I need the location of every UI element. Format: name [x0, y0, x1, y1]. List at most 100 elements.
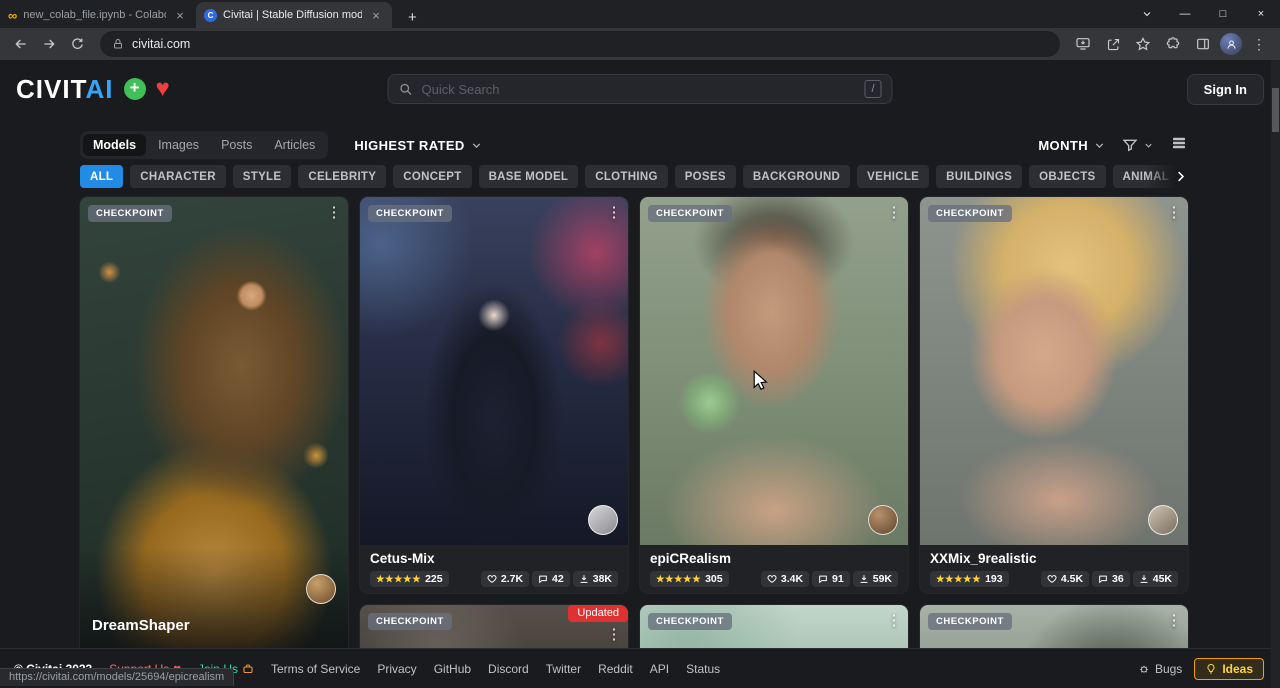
creator-avatar[interactable] — [306, 574, 336, 604]
card-stats: ★★★★★305 3.4K 91 59K — [650, 571, 898, 587]
chip-character[interactable]: CHARACTER — [130, 165, 226, 188]
minimize-button[interactable]: — — [1166, 0, 1204, 28]
chip-clothing[interactable]: CLOTHING — [585, 165, 667, 188]
heart-icon — [1047, 574, 1057, 584]
share-icon[interactable] — [1100, 31, 1126, 57]
sign-in-button[interactable]: Sign In — [1187, 74, 1264, 105]
tab-models[interactable]: Models — [83, 134, 146, 156]
tab-close-icon[interactable]: × — [368, 8, 384, 23]
tab-articles[interactable]: Articles — [264, 134, 325, 156]
chip-background[interactable]: BACKGROUND — [743, 165, 850, 188]
url-text: civitai.com — [132, 37, 190, 51]
civitai-favicon-icon: C — [204, 9, 217, 22]
card-menu-icon[interactable]: ⋮ — [602, 201, 626, 225]
footer-link-twitter[interactable]: Twitter — [546, 662, 581, 676]
likes-count: 3.4K — [781, 573, 803, 585]
model-card-cetus-mix[interactable]: CHECKPOINT ⋮ Cetus-Mix ★★★★★225 2.7K 42 … — [360, 197, 628, 593]
likes-pill: 2.7K — [481, 571, 529, 587]
forward-button[interactable] — [36, 31, 62, 57]
profile-avatar[interactable] — [1220, 33, 1242, 55]
card-menu-icon[interactable]: ⋮ — [882, 609, 906, 633]
footer-link-terms[interactable]: Terms of Service — [271, 662, 360, 676]
bugs-button[interactable]: Bugs — [1138, 662, 1182, 676]
create-plus-icon[interactable]: + — [124, 78, 146, 100]
chip-base-model[interactable]: BASE MODEL — [479, 165, 579, 188]
model-card-dreamshaper[interactable]: CHECKPOINT ⋮ DreamShaper — [80, 197, 348, 667]
layout-toggle-icon[interactable] — [1170, 134, 1188, 157]
model-type-badge: CHECKPOINT — [88, 205, 172, 222]
model-type-badge: CHECKPOINT — [648, 205, 732, 222]
chip-concept[interactable]: CONCEPT — [393, 165, 471, 188]
footer-link-privacy[interactable]: Privacy — [377, 662, 416, 676]
card-menu-icon[interactable]: ⋮ — [882, 201, 906, 225]
maximize-button[interactable]: □ — [1204, 0, 1242, 28]
footer-link-github[interactable]: GitHub — [434, 662, 471, 676]
card-menu-icon[interactable]: ⋮ — [1162, 201, 1186, 225]
tab-close-icon[interactable]: × — [172, 8, 188, 23]
model-type-badge: CHECKPOINT — [368, 613, 452, 630]
back-button[interactable] — [8, 31, 34, 57]
model-name: epiCRealism — [650, 551, 898, 566]
browser-toolbar: civitai.com ⋮ — [0, 28, 1280, 60]
likes-pill: 3.4K — [761, 571, 809, 587]
chips-scroll-right[interactable] — [1146, 165, 1188, 188]
search-input[interactable] — [422, 82, 857, 97]
close-window-button[interactable]: × — [1242, 0, 1280, 28]
scrollbar-thumb[interactable] — [1272, 88, 1279, 132]
footer-link-api[interactable]: API — [650, 662, 669, 676]
support-heart-icon[interactable]: ♥ — [156, 77, 170, 101]
chip-celebrity[interactable]: CELEBRITY — [298, 165, 386, 188]
creator-avatar[interactable] — [868, 505, 898, 535]
category-chips-row: ALL CHARACTER STYLE CELEBRITY CONCEPT BA… — [80, 165, 1188, 188]
tab-search-chevron-icon[interactable] — [1128, 0, 1166, 28]
period-dropdown[interactable]: MONTH — [1038, 138, 1106, 153]
model-name: XXMix_9realistic — [930, 551, 1178, 566]
downloads-count: 59K — [873, 573, 892, 585]
scrollbar-track[interactable] — [1271, 60, 1280, 688]
tab-civitai[interactable]: C Civitai | Stable Diffusion models, × — [196, 2, 392, 28]
footer-link-status[interactable]: Status — [686, 662, 720, 676]
install-app-icon[interactable] — [1070, 31, 1096, 57]
tab-images[interactable]: Images — [148, 134, 209, 156]
address-bar[interactable]: civitai.com — [100, 31, 1060, 57]
chip-all[interactable]: ALL — [80, 165, 123, 188]
card-menu-icon[interactable]: ⋮ — [602, 623, 626, 647]
chip-vehicle[interactable]: VEHICLE — [857, 165, 929, 188]
model-card-epicrealism[interactable]: CHECKPOINT ⋮ epiCRealism ★★★★★305 3.4K 9… — [640, 197, 908, 593]
card-info: Cetus-Mix ★★★★★225 2.7K 42 38K — [360, 545, 628, 587]
card-menu-icon[interactable]: ⋮ — [322, 201, 346, 225]
side-panel-icon[interactable] — [1190, 31, 1216, 57]
creator-avatar[interactable] — [1148, 505, 1178, 535]
grid-column: CHECKPOINT ⋮ epiCRealism ★★★★★305 3.4K 9… — [640, 197, 908, 688]
creator-avatar[interactable] — [588, 505, 618, 535]
tab-colab[interactable]: ∞ new_colab_file.ipynb - Colaborat × — [0, 2, 196, 28]
extensions-puzzle-icon[interactable] — [1160, 31, 1186, 57]
grid-column: CHECKPOINT ⋮ XXMix_9realistic ★★★★★193 4… — [920, 197, 1188, 688]
chip-objects[interactable]: OBJECTS — [1029, 165, 1105, 188]
comments-pill: 42 — [532, 571, 570, 587]
tab-posts[interactable]: Posts — [211, 134, 262, 156]
model-image: CHECKPOINT ⋮ — [360, 197, 628, 545]
footer-link-reddit[interactable]: Reddit — [598, 662, 633, 676]
quick-search-bar[interactable]: / — [388, 74, 893, 104]
reload-button[interactable] — [64, 31, 90, 57]
filter-funnel-icon — [1122, 137, 1138, 153]
stars-icon: ★★★★★ — [376, 574, 421, 585]
chrome-menu-icon[interactable]: ⋮ — [1246, 36, 1272, 53]
card-menu-icon[interactable]: ⋮ — [1162, 609, 1186, 633]
chip-buildings[interactable]: BUILDINGS — [936, 165, 1022, 188]
ideas-button[interactable]: Ideas — [1194, 658, 1264, 680]
new-tab-button[interactable]: + — [400, 7, 425, 28]
filter-dropdown[interactable] — [1122, 137, 1154, 153]
chip-style[interactable]: STYLE — [233, 165, 292, 188]
model-card-xxmix9realistic[interactable]: CHECKPOINT ⋮ XXMix_9realistic ★★★★★193 4… — [920, 197, 1188, 593]
rating-count: 305 — [705, 573, 723, 585]
browser-tab-bar: ∞ new_colab_file.ipynb - Colaborat × C C… — [0, 0, 1280, 28]
civitai-logo[interactable]: CIVITAI — [16, 74, 114, 105]
card-info: epiCRealism ★★★★★305 3.4K 91 59K — [640, 545, 908, 587]
sort-dropdown[interactable]: HIGHEST RATED — [354, 138, 482, 153]
bookmark-star-icon[interactable] — [1130, 31, 1156, 57]
footer-link-discord[interactable]: Discord — [488, 662, 529, 676]
chip-poses[interactable]: POSES — [675, 165, 736, 188]
model-image: CHECKPOINT ⋮ — [640, 197, 908, 545]
